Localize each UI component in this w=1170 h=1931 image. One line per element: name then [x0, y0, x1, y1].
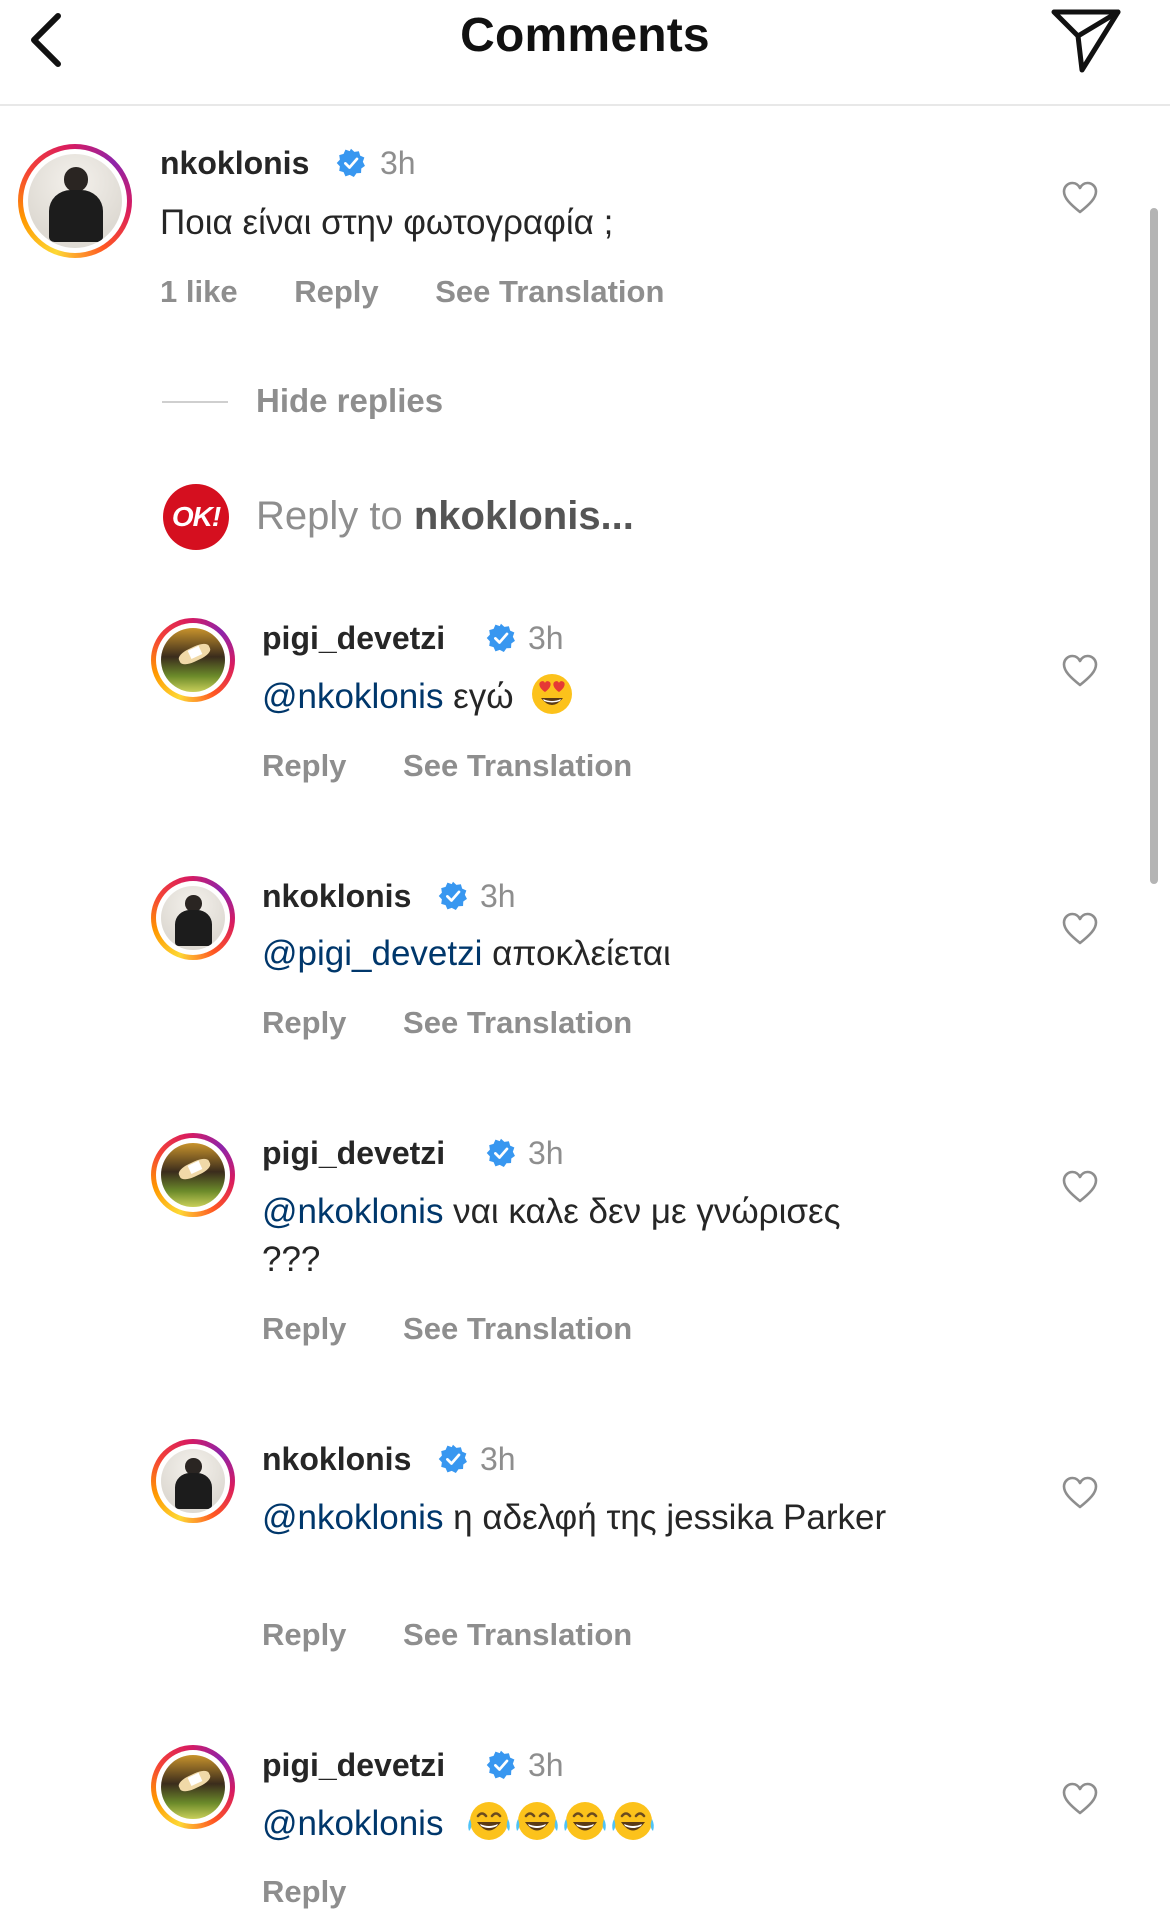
verified-badge-icon — [336, 148, 366, 178]
reply-username[interactable]: nkoklonis — [262, 878, 411, 915]
likes-count[interactable]: 1 like — [160, 274, 238, 309]
reply-text: @pigi_devetzi αποκλείεται — [262, 930, 942, 978]
heart-outline-icon[interactable] — [1062, 1782, 1098, 1816]
verified-badge-icon — [486, 1750, 516, 1780]
ok-magazine-avatar: OK! — [163, 484, 229, 550]
reply-actions: Reply See Translation — [262, 1005, 632, 1041]
reply-time: 3h — [480, 1441, 516, 1477]
divider — [162, 401, 228, 403]
verified-badge-icon — [438, 881, 468, 911]
avatar[interactable] — [151, 1439, 235, 1523]
reply-actions: Reply See Translation — [262, 1617, 632, 1653]
reply-text: @nkoklonis — [262, 1799, 942, 1848]
reply-username[interactable]: nkoklonis — [262, 1441, 411, 1478]
reply-body — [443, 1804, 453, 1843]
reply-time: 3h — [528, 1747, 564, 1783]
comment-time: 3h — [380, 145, 416, 181]
reply-button[interactable]: Reply — [262, 1874, 346, 1909]
tears-of-joy-emoji — [563, 1799, 607, 1843]
reply-text: @nkoklonis εγώ — [262, 672, 942, 721]
verified-badge-icon — [486, 623, 516, 653]
tears-of-joy-emoji — [515, 1799, 559, 1843]
reply-actions: Reply — [262, 1874, 346, 1910]
comment-actions: 1 like Reply See Translation — [160, 274, 664, 310]
heart-outline-icon[interactable] — [1062, 912, 1098, 946]
see-translation-button[interactable]: See Translation — [403, 748, 632, 783]
page-title: Comments — [460, 9, 710, 62]
reply-button[interactable]: Reply — [262, 748, 346, 783]
mention-link[interactable]: @nkoklonis — [262, 677, 443, 716]
comment-username[interactable]: nkoklonis — [160, 145, 309, 182]
reply-button[interactable]: Reply — [262, 1311, 346, 1346]
reply-actions: Reply See Translation — [262, 1311, 632, 1347]
avatar[interactable] — [151, 1745, 235, 1829]
reply-username[interactable]: pigi_devetzi — [262, 620, 445, 657]
hide-replies-button[interactable]: Hide replies — [256, 382, 443, 420]
paper-plane-icon[interactable] — [1048, 4, 1124, 76]
reply-body: η αδελφή της jessika Parker — [443, 1498, 887, 1537]
comment-text: Ποια είναι στην φωτογραφία ; — [160, 203, 614, 242]
reply-button[interactable]: Reply — [262, 1005, 346, 1040]
reply-actions: Reply See Translation — [262, 748, 632, 784]
reply-time: 3h — [528, 620, 564, 656]
see-translation-button[interactable]: See Translation — [403, 1005, 632, 1040]
heart-outline-icon[interactable] — [1062, 1476, 1098, 1510]
reply-input-prefix: Reply to — [256, 494, 414, 538]
reply-input-target: nkoklonis... — [413, 494, 634, 538]
avatar[interactable] — [151, 1133, 235, 1217]
avatar[interactable] — [18, 144, 132, 258]
reply-username[interactable]: pigi_devetzi — [262, 1747, 445, 1784]
reply-time: 3h — [528, 1135, 564, 1171]
reply-button[interactable]: Reply — [294, 274, 378, 309]
mention-link[interactable]: @nkoklonis — [262, 1192, 443, 1231]
verified-badge-icon — [438, 1444, 468, 1474]
reply-username[interactable]: pigi_devetzi — [262, 1135, 445, 1172]
tears-of-joy-emoji — [611, 1799, 655, 1843]
mention-link[interactable]: @nkoklonis — [262, 1804, 443, 1843]
reply-body: αποκλείεται — [482, 934, 671, 973]
avatar[interactable] — [151, 618, 235, 702]
mention-link[interactable]: @nkoklonis — [262, 1498, 443, 1537]
reply-time: 3h — [480, 878, 516, 914]
heart-outline-icon[interactable] — [1062, 654, 1098, 688]
avatar[interactable] — [151, 876, 235, 960]
see-translation-button[interactable]: See Translation — [435, 274, 664, 309]
tears-of-joy-emoji — [467, 1799, 511, 1843]
reply-body: εγώ — [443, 677, 514, 716]
heart-eyes-emoji — [530, 672, 574, 716]
reply-input[interactable]: Reply to nkoklonis... — [256, 494, 634, 539]
reply-text: @nkoklonis ναι καλε δεν με γνώρισες ??? — [262, 1188, 862, 1284]
see-translation-button[interactable]: See Translation — [403, 1617, 632, 1652]
reply-button[interactable]: Reply — [262, 1617, 346, 1652]
heart-outline-icon[interactable] — [1062, 1170, 1098, 1204]
comments-header: Comments — [0, 0, 1170, 106]
verified-badge-icon — [486, 1138, 516, 1168]
reply-text: @nkoklonis η αδελφή της jessika Parker — [262, 1494, 952, 1542]
scrollbar[interactable] — [1150, 208, 1158, 884]
see-translation-button[interactable]: See Translation — [403, 1311, 632, 1346]
heart-outline-icon[interactable] — [1062, 181, 1098, 215]
mention-link[interactable]: @pigi_devetzi — [262, 934, 482, 973]
